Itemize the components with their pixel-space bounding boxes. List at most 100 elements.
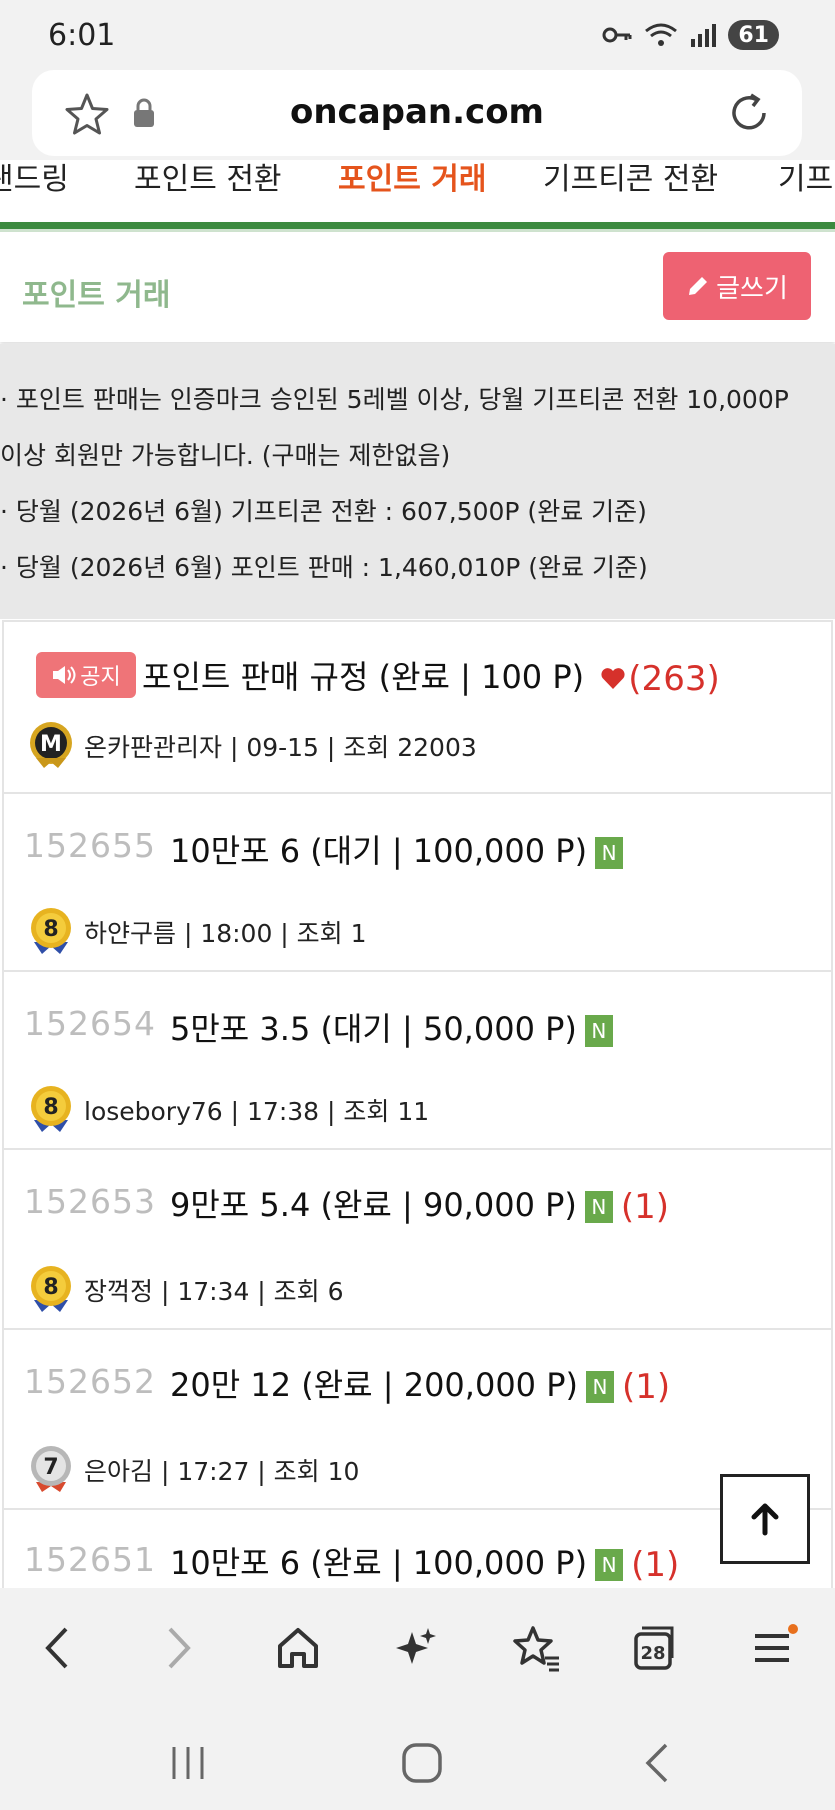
heart-icon [601,668,625,689]
post-row[interactable]: 152652 20만 12 (완료 | 200,000 P) N (1) 7 은아김… [2,1328,833,1510]
status-icons: 61 [602,20,779,50]
post-subject-text[interactable]: 9만포 5.4 (완료 | 90,000 P) [170,1186,577,1224]
post-subject[interactable]: 20만 12 (완료 | 200,000 P) N (1) [170,1360,670,1407]
post-number: 152654 [24,1004,156,1043]
signal-icon [691,24,717,47]
info-box: · 포인트 판매는 인증마크 승인된 5레벨 이상, 당월 기프티콘 전환 10… [0,344,835,619]
post-meta: 하얀구름 | 18:00 | 조회 1 [84,919,367,948]
menu-button[interactable] [744,1618,804,1678]
new-badge: N [586,1371,614,1403]
notice-badge-label: 공지 [80,665,121,690]
status-time: 6:01 [48,18,116,53]
level-badge-icon: 8 [31,1086,71,1132]
system-back-button[interactable] [628,1738,688,1788]
board-header: 포인트 거래 글쓰기 [0,232,835,342]
post-subject[interactable]: 5만포 3.5 (대기 | 50,000 P) N [170,1004,613,1050]
tab-gifticon-convert[interactable]: 기프티콘 전환 [543,160,718,198]
new-badge: N [595,837,624,869]
tab-underline [0,222,835,229]
post-number: 152652 [24,1362,156,1401]
post-row[interactable]: 152653 9만포 5.4 (완료 | 90,000 P) N (1) 8 장꺽정… [2,1148,833,1330]
board-title: 포인트 거래 [22,278,171,313]
post-subject[interactable]: 9만포 5.4 (완료 | 90,000 P) N (1) [170,1180,669,1227]
sparkle-icon [396,1628,436,1664]
back-button[interactable] [28,1618,88,1678]
post-meta: 온카판관리자 | 09-15 | 조회 22003 [84,733,477,762]
back-arrow-icon [45,1627,68,1669]
speaker-icon [53,666,76,684]
system-home-icon [402,1743,442,1783]
post-number: 152651 [24,1540,156,1579]
scroll-top-button[interactable] [720,1474,810,1564]
notice-row[interactable]: 공지 포인트 판매 규정 (완료 | 100 P) (263) M 온카판관리자… [2,620,833,794]
post-subject[interactable]: 10만포 6 (완료 | 100,000 P) N (1) [170,1538,679,1585]
svg-text:8: 8 [43,1095,58,1120]
ai-sparkle-button[interactable] [386,1618,446,1678]
new-badge: N [595,1549,624,1581]
post-number: 152653 [24,1182,156,1221]
post-row[interactable]: 152654 5만포 3.5 (대기 | 50,000 P) N 8 losebo… [2,970,833,1150]
recents-icon [172,1747,204,1779]
notice-subject-text[interactable]: 포인트 판매 규정 (완료 | 100 P) [142,658,584,696]
battery-indicator: 61 [728,20,779,50]
recents-button[interactable] [158,1738,218,1788]
info-line: 이상 회원만 가능합니다. (구매는 제한없음) [0,441,451,470]
tab-point-trade[interactable]: 포인트 거래 [338,160,486,198]
browser-bottom-nav: 28 [0,1588,835,1708]
home-button[interactable] [268,1618,328,1678]
post-meta: 장꺽정 | 17:34 | 조회 6 [84,1277,344,1306]
comment-count: (1) [631,1545,680,1585]
system-home-button[interactable] [392,1738,452,1788]
home-icon [278,1628,318,1668]
arrow-up-icon [751,1503,779,1536]
bookmark-list-icon [513,1626,559,1672]
category-tabs: 랜드링 포인트 전환 포인트 거래 기프티콘 전환 기프 [0,160,835,222]
write-button[interactable]: 글쓰기 [663,252,811,320]
post-subject[interactable]: 포인트 판매 규정 (완료 | 100 P) (263) [142,652,720,699]
level-badge-icon: 8 [31,1266,71,1312]
svg-text:28: 28 [640,1643,665,1664]
level-badge-icon: 7 [31,1446,71,1492]
notice-badge: 공지 [36,652,136,698]
comment-count: (1) [620,1187,670,1227]
tab-5[interactable]: 기프 [778,160,833,198]
tab-1[interactable]: 랜드링 [0,160,69,198]
post-subject-text[interactable]: 5만포 3.5 (대기 | 50,000 P) [170,1010,577,1048]
tabs-icon: 28 [634,1626,674,1670]
post-number: 152655 [24,826,156,865]
comment-count: (263) [628,659,720,699]
post-meta: 은아김 | 17:27 | 조회 10 [84,1457,360,1486]
new-badge: N [584,1191,613,1223]
post-subject-text[interactable]: 10만포 6 (대기 | 100,000 P) [170,832,587,870]
tabs-button[interactable]: 28 [624,1618,684,1678]
pencil-icon [689,277,708,295]
wifi-icon [645,23,678,46]
level-badge-icon: M [30,722,72,768]
info-line: · 당월 (2026년 6월) 포인트 판매 : 1,460,010P (완료 … [0,553,648,582]
comment-count: (1) [622,1367,671,1407]
address-bar[interactable]: oncapan.com [32,70,802,156]
post-row[interactable]: 152655 10만포 6 (대기 | 100,000 P) N 8 하얀구름 |… [2,792,833,972]
post-meta: losebory76 | 17:38 | 조회 11 [84,1097,430,1126]
write-button-label: 글쓰기 [716,273,788,304]
post-subject-text[interactable]: 10만포 6 (완료 | 100,000 P) [170,1544,587,1582]
bookmarks-button[interactable] [506,1618,566,1678]
browser-toolbar: oncapan.com [0,60,835,160]
menu-icon [755,1624,798,1662]
key-icon [602,27,632,43]
system-nav-bar [0,1708,835,1810]
forward-arrow-icon [168,1627,191,1669]
post-subject[interactable]: 10만포 6 (대기 | 100,000 P) N [170,826,624,872]
svg-text:8: 8 [43,917,58,942]
svg-text:7: 7 [43,1455,58,1480]
reload-icon[interactable] [726,90,772,136]
info-line: · 당월 (2026년 6월) 기프티콘 전환 : 607,500P (완료 기… [0,497,647,526]
svg-text:M: M [40,732,62,757]
forward-button[interactable] [148,1618,208,1678]
new-badge: N [584,1015,613,1047]
tab-point-convert[interactable]: 포인트 전환 [134,160,282,198]
url-text[interactable]: oncapan.com [32,92,802,132]
info-line: · 포인트 판매는 인증마크 승인된 5레벨 이상, 당월 기프티콘 전환 10… [0,385,789,414]
svg-text:8: 8 [43,1275,58,1300]
post-subject-text[interactable]: 20만 12 (완료 | 200,000 P) [170,1366,578,1404]
